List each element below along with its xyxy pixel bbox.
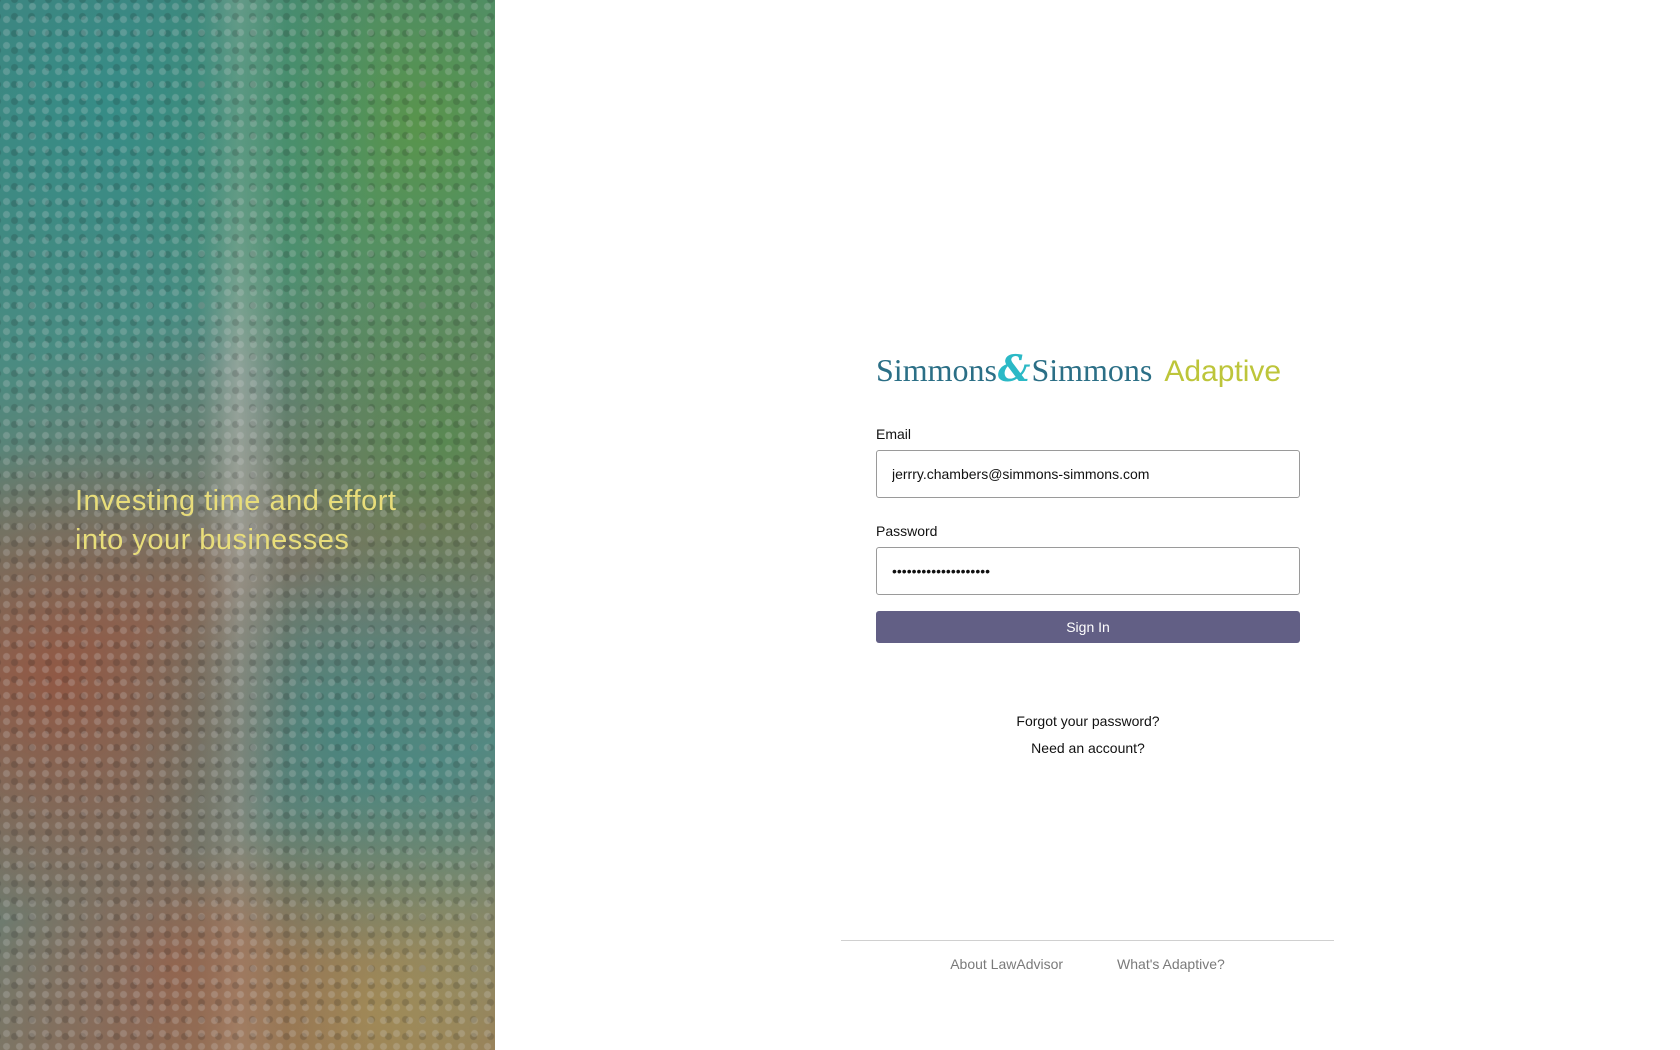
logo-brand-right: Simmons xyxy=(1031,352,1153,388)
sign-in-button[interactable]: Sign In xyxy=(876,611,1300,643)
footer: About LawAdvisor What's Adaptive? xyxy=(841,940,1334,972)
simmons-adaptive-logo: Simmons & Simmons Adaptive xyxy=(876,348,1301,390)
email-label: Email xyxy=(876,426,912,442)
forgot-password-link[interactable]: Forgot your password? xyxy=(876,708,1300,735)
login-panel: Simmons & Simmons Adaptive Email Passwor… xyxy=(495,0,1680,1050)
footer-links: About LawAdvisor What's Adaptive? xyxy=(841,941,1334,972)
about-lawadvisor-link[interactable]: About LawAdvisor xyxy=(950,956,1063,972)
account-links: Forgot your password? Need an account? xyxy=(876,708,1300,762)
logo-ampersand: & xyxy=(997,348,1031,390)
hero-tagline-line-2: into your businesses xyxy=(75,524,350,556)
sign-in-form: Email Password Sign In xyxy=(876,426,1300,643)
password-label: Password xyxy=(876,523,938,539)
password-field[interactable] xyxy=(876,547,1300,595)
need-account-link[interactable]: Need an account? xyxy=(876,735,1300,762)
email-field[interactable] xyxy=(876,450,1300,498)
hero-tagline-line-1: Investing time and effort xyxy=(75,485,397,517)
whats-adaptive-link[interactable]: What's Adaptive? xyxy=(1117,956,1225,972)
logo-brand-left: Simmons xyxy=(876,352,997,388)
hero-tagline: Investing time and effort into your busi… xyxy=(75,482,435,560)
hero-image-panel: Investing time and effort into your busi… xyxy=(0,0,495,1050)
logo-product-name: Adaptive xyxy=(1164,355,1282,388)
